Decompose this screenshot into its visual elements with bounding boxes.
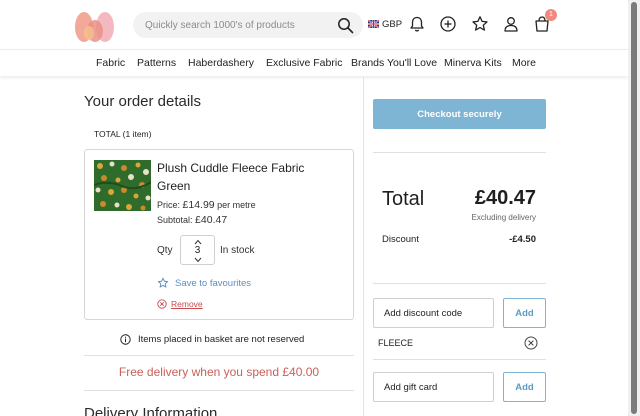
quantity-value[interactable]: 3 — [181, 245, 214, 256]
stock-status: In stock — [220, 245, 255, 256]
applied-discount-code: FLEECE — [378, 338, 414, 348]
basket-notice-text: Items placed in basket are not reserved — [138, 334, 305, 345]
nav-item-brands[interactable]: Brands You'll Love — [351, 57, 437, 69]
nav-item-fabric[interactable]: Fabric — [96, 57, 125, 69]
uk-flag-icon — [368, 20, 379, 28]
subtotal-row: Subtotal: £40.47 — [157, 214, 227, 226]
excluding-delivery-note: Excluding delivery — [471, 213, 536, 222]
add-gift-card-button[interactable]: Add — [503, 372, 546, 402]
subtotal-value: £40.47 — [195, 214, 228, 226]
close-circle-icon — [157, 299, 167, 309]
subtotal-label: Subtotal: — [157, 215, 193, 225]
scrollbar-thumb[interactable] — [631, 2, 637, 414]
qty-label: Qty — [157, 245, 173, 256]
bell-icon[interactable] — [408, 15, 426, 33]
add-circle-icon[interactable] — [439, 15, 457, 33]
nav-item-more[interactable]: More — [512, 57, 536, 69]
remove-item-label: Remove — [171, 299, 203, 309]
delivery-information-heading: Delivery Information — [84, 405, 218, 416]
discount-code-input[interactable] — [373, 298, 494, 328]
price-value: £14.99 — [182, 199, 215, 211]
total-label: Total — [382, 188, 425, 210]
basket-item-card: Plush Cuddle Fleece Fabric Green Price: … — [84, 149, 354, 320]
scrollbar[interactable] — [628, 0, 640, 416]
divider — [373, 283, 546, 284]
column-separator — [363, 77, 364, 416]
search-icon[interactable] — [337, 17, 354, 34]
divider — [373, 359, 546, 360]
discount-value: -£4.50 — [509, 234, 536, 245]
checkout-securely-button[interactable]: Checkout securely — [373, 99, 546, 129]
order-item-count: TOTAL (1 item) — [94, 129, 152, 139]
add-discount-button[interactable]: Add — [503, 298, 546, 328]
price-unit: per metre — [217, 200, 256, 210]
discount-label: Discount — [382, 234, 419, 245]
site-header: GBP 1 — [0, 0, 628, 48]
logo[interactable] — [74, 8, 116, 42]
product-thumbnail[interactable] — [94, 160, 151, 211]
star-icon[interactable] — [471, 15, 489, 33]
main-nav: Fabric Patterns Haberdashery Exclusive F… — [0, 49, 628, 76]
close-circle-icon[interactable] — [524, 336, 538, 350]
divider — [84, 355, 354, 356]
total-value: £40.47 — [474, 187, 536, 209]
chevron-down-icon[interactable] — [194, 257, 202, 263]
search-input[interactable] — [145, 12, 325, 38]
nav-item-haberdashery[interactable]: Haberdashery — [188, 57, 254, 69]
currency-selector[interactable]: GBP — [368, 17, 402, 31]
user-icon[interactable] — [502, 15, 520, 33]
quantity-stepper[interactable]: 3 — [180, 235, 215, 265]
free-delivery-message: Free delivery when you spend £40.00 — [118, 365, 320, 379]
star-icon — [157, 277, 169, 288]
nav-item-patterns[interactable]: Patterns — [137, 57, 176, 69]
price-label: Price: — [157, 200, 181, 210]
currency-label: GBP — [382, 18, 403, 30]
product-name[interactable]: Plush Cuddle Fleece Fabric Green — [157, 159, 337, 195]
save-to-favourites-label: Save to favourites — [175, 277, 252, 289]
basket-notice: Items placed in basket are not reserved — [120, 334, 304, 345]
nav-item-exclusive-fabric[interactable]: Exclusive Fabric — [266, 57, 342, 69]
remove-item-link[interactable]: Remove — [157, 299, 203, 309]
price-row: Price: £14.99 per metre — [157, 199, 256, 211]
save-to-favourites-link[interactable]: Save to favourites — [157, 277, 251, 289]
info-icon — [120, 334, 131, 345]
gift-card-input[interactable] — [373, 372, 494, 402]
nav-item-minerva-kits[interactable]: Minerva Kits — [444, 57, 502, 69]
divider — [373, 152, 546, 153]
divider — [84, 390, 354, 391]
search-bar — [133, 12, 363, 38]
order-title: Your order details — [84, 93, 202, 110]
basket-count-badge: 1 — [545, 9, 557, 21]
